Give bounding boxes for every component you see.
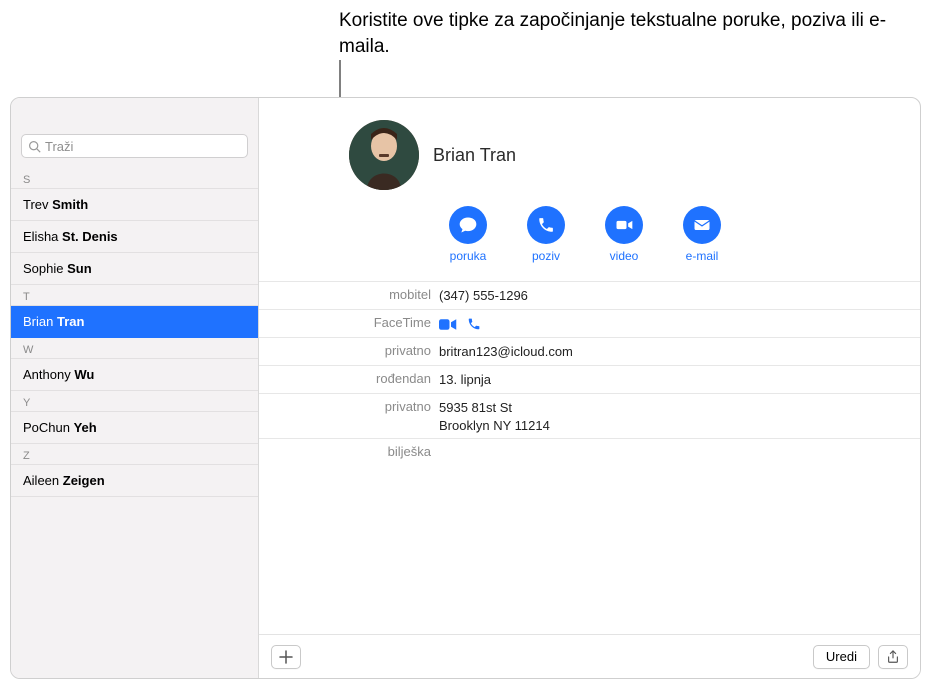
facetime-audio-icon[interactable]	[467, 317, 481, 331]
address-label: privatno	[259, 398, 439, 434]
call-label: poziv	[532, 249, 560, 263]
birthday-value: 13. lipnja	[439, 370, 920, 389]
message-label: poruka	[450, 249, 487, 263]
contact-detail: Brian Tran poruka poziv	[259, 98, 920, 678]
first-name: Trev	[23, 197, 52, 212]
section-header: T	[11, 285, 258, 306]
share-icon	[886, 650, 900, 664]
birthday-label: rođendan	[259, 370, 439, 389]
list-item[interactable]: Elisha St. Denis	[11, 221, 258, 253]
note-value[interactable]	[439, 443, 920, 463]
call-button[interactable]: poziv	[527, 206, 565, 263]
section-header: W	[11, 338, 258, 359]
bottom-bar: Uredi	[259, 634, 920, 678]
message-button[interactable]: poruka	[449, 206, 487, 263]
field-note: bilješka	[259, 439, 920, 467]
first-name: PoChun	[23, 420, 74, 435]
section-header: Z	[11, 444, 258, 465]
sidebar: STrev SmithElisha St. DenisSophie SunTBr…	[11, 98, 259, 678]
message-icon	[458, 215, 478, 235]
facetime-label: FaceTime	[259, 314, 439, 333]
mobile-label: mobitel	[259, 286, 439, 305]
last-name: St. Denis	[62, 229, 118, 244]
first-name: Elisha	[23, 229, 62, 244]
first-name: Brian	[23, 314, 57, 329]
phone-icon	[537, 216, 555, 234]
email-value[interactable]: britran123@icloud.com	[439, 342, 920, 361]
section-header: S	[11, 168, 258, 189]
contacts-window: STrev SmithElisha St. DenisSophie SunTBr…	[10, 97, 921, 679]
video-label: video	[610, 249, 639, 263]
plus-icon	[279, 650, 293, 664]
contact-name: Brian Tran	[433, 145, 516, 166]
video-icon	[614, 215, 634, 235]
list-item[interactable]: PoChun Yeh	[11, 412, 258, 444]
edit-button[interactable]: Uredi	[813, 645, 870, 669]
last-name: Smith	[52, 197, 88, 212]
email-button[interactable]: e-mail	[683, 206, 721, 263]
first-name: Sophie	[23, 261, 67, 276]
mail-icon	[692, 215, 712, 235]
first-name: Anthony	[23, 367, 74, 382]
list-item[interactable]: Trev Smith	[11, 189, 258, 221]
last-name: Zeigen	[63, 473, 105, 488]
search-input-wrapper[interactable]	[21, 134, 248, 158]
search-icon	[28, 140, 41, 153]
field-birthday: rođendan 13. lipnja	[259, 366, 920, 394]
action-row: poruka poziv video	[259, 206, 920, 281]
facetime-video-icon[interactable]	[439, 318, 457, 331]
address-value[interactable]: 5935 81st StBrooklyn NY 11214	[439, 398, 920, 434]
field-facetime: FaceTime	[259, 310, 920, 338]
note-label: bilješka	[259, 443, 439, 463]
last-name: Yeh	[74, 420, 97, 435]
search-input[interactable]	[45, 139, 241, 154]
list-item[interactable]: Anthony Wu	[11, 359, 258, 391]
list-item[interactable]: Brian Tran	[11, 306, 258, 338]
first-name: Aileen	[23, 473, 63, 488]
field-address: privatno 5935 81st StBrooklyn NY 11214	[259, 394, 920, 439]
share-button[interactable]	[878, 645, 908, 669]
last-name: Sun	[67, 261, 92, 276]
avatar[interactable]	[349, 120, 419, 190]
last-name: Tran	[57, 314, 84, 329]
field-mobile: mobitel (347) 555-1296	[259, 282, 920, 310]
list-item[interactable]: Aileen Zeigen	[11, 465, 258, 497]
contact-list: STrev SmithElisha St. DenisSophie SunTBr…	[11, 166, 258, 678]
email-label: e-mail	[686, 249, 719, 263]
add-button[interactable]	[271, 645, 301, 669]
last-name: Wu	[74, 367, 94, 382]
help-annotation: Koristite ove tipke za započinjanje teks…	[339, 8, 931, 59]
list-item[interactable]: Sophie Sun	[11, 253, 258, 285]
email-field-label: privatno	[259, 342, 439, 361]
field-email: privatno britran123@icloud.com	[259, 338, 920, 366]
section-header: Y	[11, 391, 258, 412]
video-button[interactable]: video	[605, 206, 643, 263]
mobile-value[interactable]: (347) 555-1296	[439, 286, 920, 305]
fields: mobitel (347) 555-1296 FaceTime privatno	[259, 281, 920, 467]
